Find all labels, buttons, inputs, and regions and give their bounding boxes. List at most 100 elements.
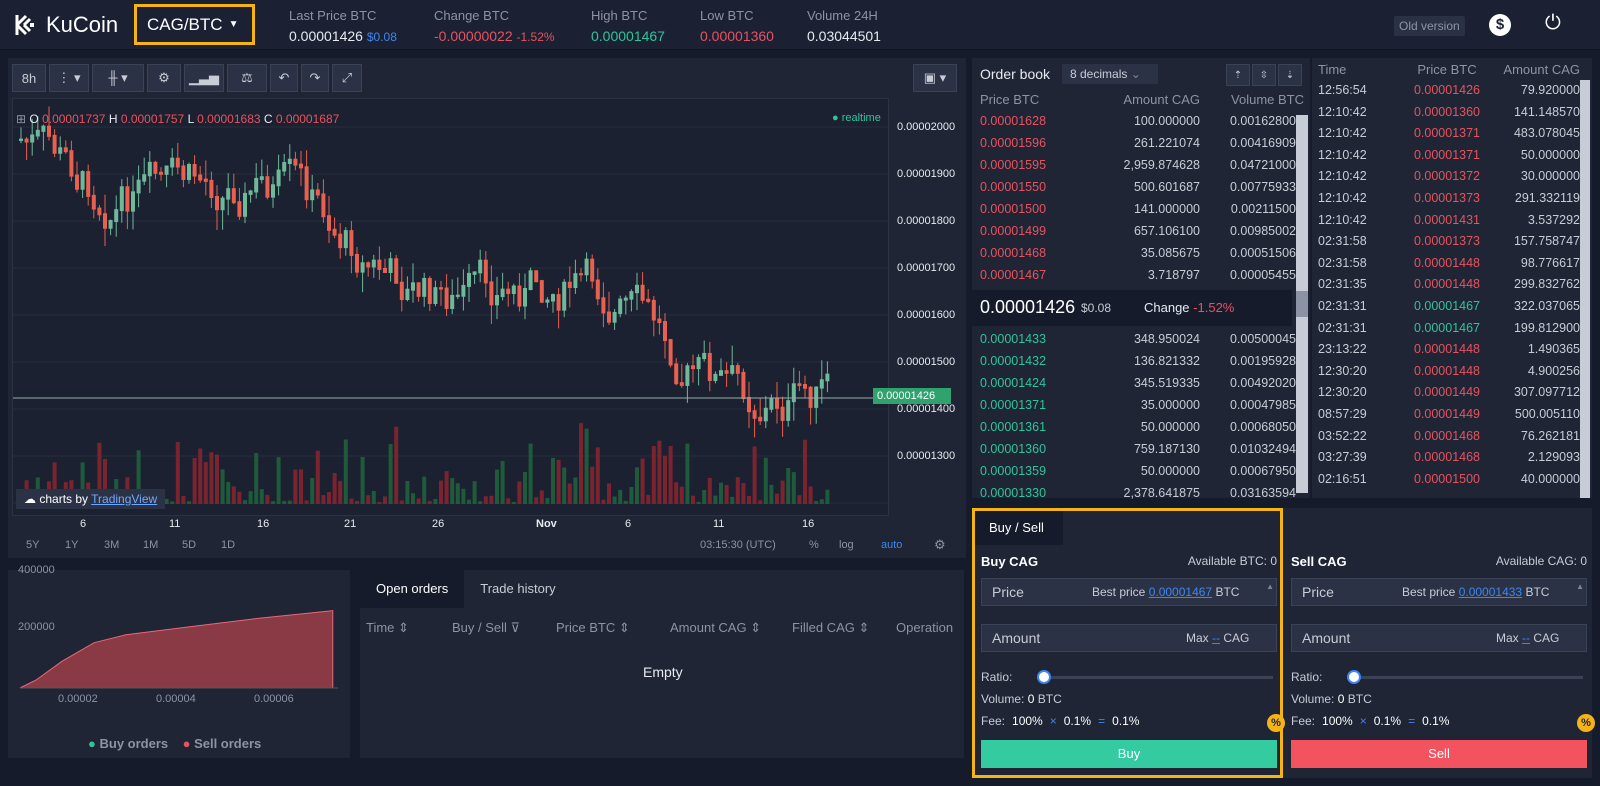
col-side[interactable]: Buy / Sell ⊽ xyxy=(452,620,556,636)
volume-bar xyxy=(422,476,427,504)
chart-settings-icon[interactable]: ⚙ xyxy=(934,537,946,553)
bids-only-icon[interactable]: ⇣ xyxy=(1278,64,1302,86)
compare-icon[interactable]: ⚖ xyxy=(227,64,267,92)
fee-discount-icon[interactable]: % xyxy=(1267,714,1285,732)
both-sides-icon[interactable]: ⇳ xyxy=(1252,64,1276,86)
col-filled[interactable]: Filled CAG ⇕ xyxy=(792,620,896,636)
tab-trade-history[interactable]: Trade history xyxy=(464,570,571,608)
depth-chart[interactable]: 400000 200000 0.00002 0.00004 0.00006 xyxy=(8,564,350,758)
volume-bar xyxy=(691,495,695,504)
ohlc-high: 0.00001757 xyxy=(120,112,185,126)
interval-button[interactable]: 8h xyxy=(12,64,46,92)
log-toggle[interactable]: log xyxy=(839,539,854,551)
sell-ratio-slider[interactable] xyxy=(1347,676,1583,679)
best-price-link[interactable]: 0.00001433 xyxy=(1459,585,1522,599)
volume-bar xyxy=(467,499,471,504)
sell-amount-field[interactable]: Amount Max -- CAG xyxy=(1291,624,1587,652)
range-button[interactable]: 5Y xyxy=(26,539,39,551)
volume-bar xyxy=(769,484,774,504)
kucoin-logo[interactable]: KuCoin xyxy=(14,12,118,38)
orderbook-row[interactable]: 0.00001468 35.085675 0.00051506 xyxy=(980,242,1296,264)
pair-selector[interactable]: CAG/BTC ▼ xyxy=(134,4,255,45)
power-icon[interactable]: ⏻ xyxy=(1545,12,1561,35)
candle xyxy=(523,288,527,307)
candle-type-icon[interactable]: ╫ ▾ xyxy=(92,64,144,92)
buy-ratio-slider[interactable] xyxy=(1037,676,1273,679)
ob-volume: 0.03163594 xyxy=(1229,486,1296,500)
range-button[interactable]: 3M xyxy=(104,539,119,551)
volume-bar xyxy=(590,466,595,504)
range-button[interactable]: 1Y xyxy=(65,539,78,551)
interval-menu-icon[interactable]: ⋮ ▾ xyxy=(49,64,89,92)
range-button[interactable]: 1D xyxy=(221,539,235,551)
orderbook-row[interactable]: 0.00001550 500.601687 0.00775933 xyxy=(980,176,1296,198)
col-price[interactable]: Price BTC ⇕ xyxy=(556,620,670,636)
range-button[interactable]: 5D xyxy=(182,539,196,551)
redo-icon[interactable]: ↷ xyxy=(301,64,329,92)
auto-toggle[interactable]: auto xyxy=(881,539,902,551)
chart-style-menu[interactable]: ▣ ▾ xyxy=(913,64,957,92)
ob-price: 0.00001432 xyxy=(980,354,1047,368)
orderbook-row[interactable]: 0.00001360 759.187130 0.01032494 xyxy=(980,438,1296,460)
trades-scrollbar[interactable] xyxy=(1580,80,1590,498)
sell-price-field[interactable]: Price Best price 0.00001433 BTC ▲ xyxy=(1291,578,1587,606)
asks-only-icon[interactable]: ⇡ xyxy=(1226,64,1250,86)
slider-handle[interactable] xyxy=(1347,670,1361,684)
currency-icon[interactable]: $ xyxy=(1489,14,1511,36)
best-price: Best price 0.00001433 BTC xyxy=(1402,585,1550,599)
ob-price: 0.00001371 xyxy=(980,398,1047,412)
sell-button[interactable]: Sell xyxy=(1291,740,1587,768)
orderbook-row[interactable]: 0.00001499 657.106100 0.00985002 xyxy=(980,220,1296,242)
orderbook-row[interactable]: 0.00001596 261.221074 0.00416909 xyxy=(980,132,1296,154)
old-version-button[interactable]: Old version xyxy=(1394,16,1465,36)
tv-link[interactable]: TradingView xyxy=(91,492,157,506)
candle xyxy=(226,188,231,200)
orderbook-row[interactable]: 0.00001359 50.000000 0.00067950 xyxy=(980,460,1296,482)
slider-handle[interactable] xyxy=(1037,670,1051,684)
range-button[interactable]: 1M xyxy=(143,539,158,551)
orderbook-row[interactable]: 0.00001595 2,959.874628 0.04721000 xyxy=(980,154,1296,176)
candle xyxy=(556,294,561,311)
best-price-link[interactable]: 0.00001467 xyxy=(1149,585,1212,599)
col-time[interactable]: Time ⇕ xyxy=(360,620,452,636)
trade-row: 12:10:42 0.00001373 291.332119 xyxy=(1318,188,1580,208)
tab-open-orders[interactable]: Open orders xyxy=(360,570,465,608)
chart-toolbar: 8h ⋮ ▾ ╫ ▾ ⚙ ▁▃▅ ⚖ ↶ ↷ ⤢ xyxy=(12,64,362,94)
buy-button[interactable]: Buy xyxy=(981,740,1277,768)
orderbook-row[interactable]: 0.00001467 3.718797 0.00005455 xyxy=(980,264,1296,286)
trade-price: 0.00001448 xyxy=(1413,342,1481,357)
undo-icon[interactable]: ↶ xyxy=(270,64,298,92)
volume-bar xyxy=(343,439,348,504)
orderbook-row[interactable]: 0.00001371 35.000000 0.00047985 xyxy=(980,394,1296,416)
orderbook-row[interactable]: 0.00001330 2,378.641875 0.03163594 xyxy=(980,482,1296,504)
candle xyxy=(528,270,533,291)
stepper-icon[interactable]: ▲ xyxy=(1266,581,1274,592)
col-amount[interactable]: Amount CAG ⇕ xyxy=(670,620,792,636)
candlestick-plot[interactable] xyxy=(12,98,890,551)
tradingview-badge[interactable]: ☁ charts by TradingView xyxy=(16,489,166,509)
fullscreen-icon[interactable]: ⤢ xyxy=(332,64,362,92)
buy-price-field[interactable]: Price Best price 0.00001467 BTC ▲ xyxy=(981,578,1277,606)
ob-volume: 0.01032494 xyxy=(1229,442,1296,456)
trade-price: 0.00001448 xyxy=(1413,363,1481,378)
ob-amount: 348.950024 xyxy=(1133,332,1200,346)
fee-discount-icon[interactable]: % xyxy=(1577,714,1595,732)
orderbook-row[interactable]: 0.00001424 345.519335 0.00492020 xyxy=(980,372,1296,394)
stat-value: 0.03044501 xyxy=(807,28,881,44)
max-link[interactable]: -- xyxy=(1212,631,1220,645)
orderbook-row[interactable]: 0.00001433 348.950024 0.00500045 xyxy=(980,328,1296,350)
orderbook-row[interactable]: 0.00001361 50.000000 0.00068050 xyxy=(980,416,1296,438)
orderbook-row[interactable]: 0.00001628 100.000000 0.00162800 xyxy=(980,110,1296,132)
candle xyxy=(215,196,219,211)
volume-bar xyxy=(528,443,533,504)
gear-icon[interactable]: ⚙ xyxy=(147,64,181,92)
decimals-select[interactable]: 8 decimals ⌄ xyxy=(1062,64,1158,84)
stepper-icon[interactable]: ▲ xyxy=(1576,581,1584,592)
indicators-icon[interactable]: ▁▃▅ xyxy=(184,64,224,92)
orderbook-row[interactable]: 0.00001500 141.000000 0.00211500 xyxy=(980,198,1296,220)
buy-amount-field[interactable]: Amount Max -- CAG xyxy=(981,624,1277,652)
orderbook-row[interactable]: 0.00001432 136.821332 0.00195928 xyxy=(980,350,1296,372)
max-link[interactable]: -- xyxy=(1522,631,1530,645)
percent-toggle[interactable]: % xyxy=(809,539,819,551)
orderbook-scrollbar[interactable] xyxy=(1296,115,1308,493)
